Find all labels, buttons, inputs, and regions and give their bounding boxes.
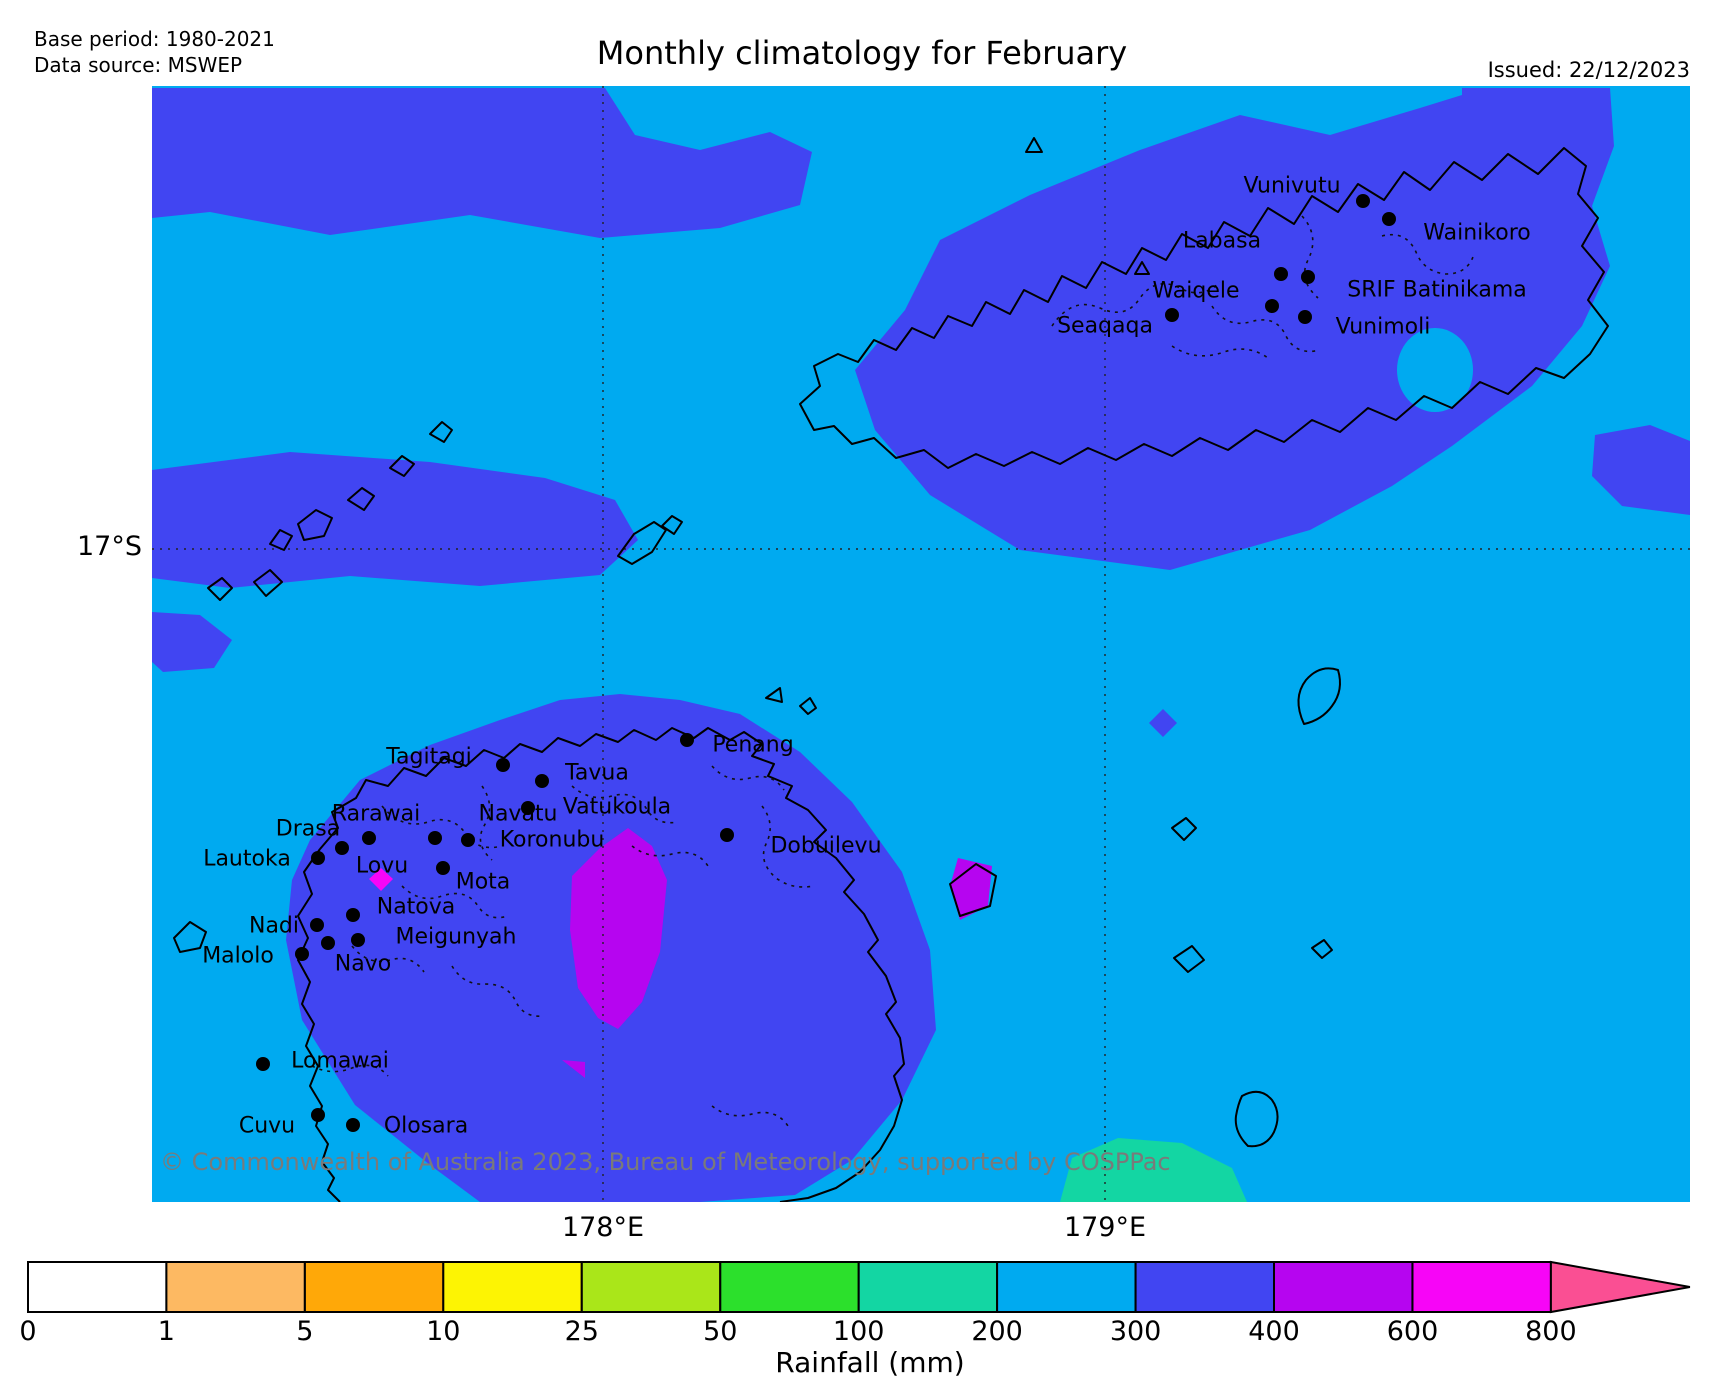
place-label-koronubu: Koronubu bbox=[500, 828, 605, 853]
place-label-lomawai: Lomawai bbox=[291, 1049, 389, 1074]
colorbar-segment bbox=[997, 1262, 1135, 1312]
colorbar-tick-label: 25 bbox=[565, 1316, 599, 1347]
place-label-navo: Navo bbox=[335, 952, 391, 977]
place-label-lautoka: Lautoka bbox=[203, 847, 291, 872]
colorbar-segment bbox=[1274, 1262, 1412, 1312]
colorbar-segment bbox=[443, 1262, 581, 1312]
colorbar-segment bbox=[720, 1262, 858, 1312]
issued-date-text: Issued: 22/12/2023 bbox=[1488, 58, 1690, 82]
colorbar-segment bbox=[166, 1262, 304, 1312]
station-dot bbox=[535, 774, 549, 788]
lon-tick-label: 178°E bbox=[562, 1212, 644, 1243]
copyright-text: © Commonwealth of Australia 2023, Bureau… bbox=[160, 1148, 1171, 1176]
station-dot bbox=[1298, 310, 1312, 324]
place-label-vunimoli: Vunimoli bbox=[1336, 315, 1431, 340]
station-dot bbox=[1356, 194, 1370, 208]
station-dot bbox=[351, 933, 365, 947]
page-title: Monthly climatology for February bbox=[0, 34, 1724, 72]
station-dot bbox=[720, 828, 734, 842]
place-label-vunivutu: Vunivutu bbox=[1243, 174, 1340, 199]
colorbar-arrow bbox=[1551, 1262, 1690, 1312]
station-dot bbox=[311, 1108, 325, 1122]
station-dot bbox=[1301, 270, 1315, 284]
place-label-cuvu: Cuvu bbox=[239, 1114, 295, 1139]
place-label-olosara: Olosara bbox=[384, 1114, 468, 1139]
colorbar-tick-label: 0 bbox=[19, 1316, 36, 1347]
climatology-figure: Base period: 1980-2021 Data source: MSWE… bbox=[0, 0, 1724, 1380]
colorbar-tick-label: 100 bbox=[833, 1316, 885, 1347]
colorbar-tick-label: 200 bbox=[971, 1316, 1023, 1347]
station-dot bbox=[256, 1057, 270, 1071]
place-label-natova: Natova bbox=[377, 895, 456, 920]
station-dot bbox=[335, 841, 349, 855]
colorbar-title: Rainfall (mm) bbox=[775, 1346, 964, 1379]
station-dot bbox=[311, 851, 325, 865]
place-label-labasa: Labasa bbox=[1183, 229, 1261, 254]
colorbar-tick-label: 50 bbox=[703, 1316, 737, 1347]
colorbar-tick-label: 1 bbox=[158, 1316, 175, 1347]
colorbar bbox=[0, 1258, 1724, 1318]
station-dot bbox=[346, 908, 360, 922]
station-dot bbox=[1165, 308, 1179, 322]
lon-tick-label: 179°E bbox=[1064, 1212, 1146, 1243]
place-label-tagitagi: Tagitagi bbox=[386, 745, 472, 770]
colorbar-segment bbox=[305, 1262, 443, 1312]
place-label-vatukoula: Vatukoula bbox=[563, 795, 671, 820]
station-dot bbox=[1382, 212, 1396, 226]
station-dot bbox=[461, 833, 475, 847]
station-dot bbox=[321, 936, 335, 950]
map-canvas bbox=[152, 86, 1690, 1202]
station-dot bbox=[496, 758, 510, 772]
station-dot bbox=[295, 947, 309, 961]
station-dot bbox=[362, 831, 376, 845]
station-dot bbox=[1274, 267, 1288, 281]
colorbar-segment bbox=[1413, 1262, 1551, 1312]
station-dot bbox=[346, 1118, 360, 1132]
colorbar-tick-label: 400 bbox=[1248, 1316, 1300, 1347]
place-label-tavua: Tavua bbox=[565, 761, 629, 786]
colorbar-segment bbox=[859, 1262, 997, 1312]
colorbar-tick-label: 800 bbox=[1525, 1316, 1577, 1347]
station-dot bbox=[680, 733, 694, 747]
place-label-drasa: Drasa bbox=[276, 817, 340, 842]
place-label-malolo: Malolo bbox=[202, 944, 274, 969]
place-label-meigunyah: Meigunyah bbox=[396, 925, 517, 950]
place-label-srif-batinikama: SRIF Batinikama bbox=[1347, 278, 1527, 303]
place-label-rarawai: Rarawai bbox=[332, 802, 420, 827]
place-label-lovu: Lovu bbox=[356, 854, 408, 879]
colorbar-tick-label: 10 bbox=[426, 1316, 460, 1347]
station-dot bbox=[310, 918, 324, 932]
rain-300-400-regions bbox=[152, 88, 1690, 1202]
place-label-nadi: Nadi bbox=[249, 914, 299, 939]
place-label-waiqele: Waiqele bbox=[1152, 279, 1239, 304]
colorbar-segment bbox=[28, 1262, 166, 1312]
colorbar-segment bbox=[1136, 1262, 1274, 1312]
station-dot bbox=[436, 861, 450, 875]
colorbar-tick-label: 600 bbox=[1387, 1316, 1439, 1347]
station-dot bbox=[428, 831, 442, 845]
place-label-navatu: Navatu bbox=[478, 802, 557, 827]
place-label-wainikoro: Wainikoro bbox=[1423, 221, 1530, 246]
rainfall-map: Vunivutu Wainikoro Labasa Waiqele SRIF Batin… bbox=[152, 86, 1690, 1202]
place-label-dobuilevu: Dobuilevu bbox=[770, 834, 881, 859]
place-label-penang: Penang bbox=[712, 733, 793, 758]
lat-tick-label: 17°S bbox=[58, 531, 142, 562]
colorbar-tick-label: 300 bbox=[1110, 1316, 1162, 1347]
colorbar-tick-label: 5 bbox=[296, 1316, 313, 1347]
colorbar-segment bbox=[582, 1262, 720, 1312]
place-label-seaqaqa: Seaqaqa bbox=[1057, 314, 1153, 339]
station-dot bbox=[1265, 299, 1279, 313]
place-label-mota: Mota bbox=[456, 870, 511, 895]
